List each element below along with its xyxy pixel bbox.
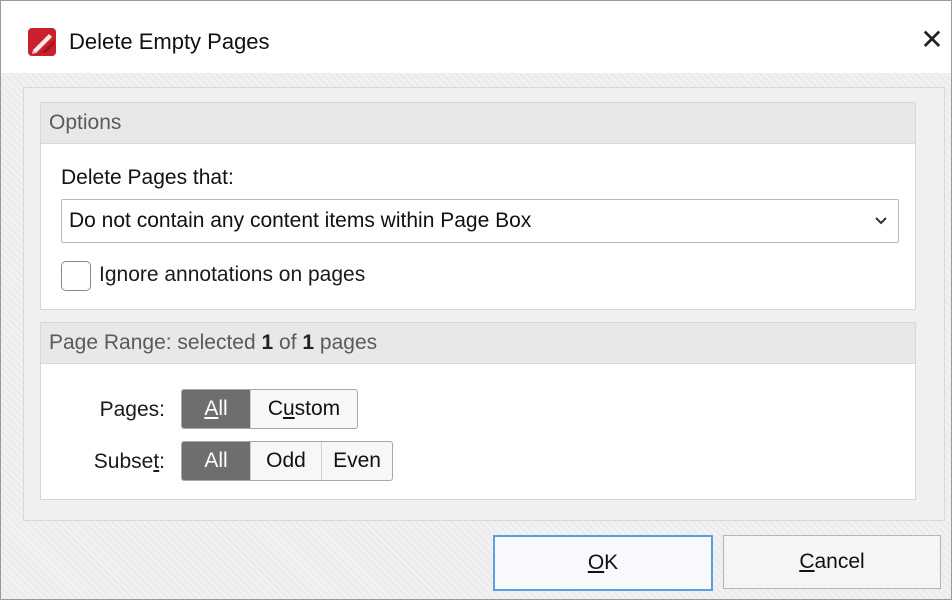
pages-all-button[interactable]: All (182, 390, 250, 428)
delete-pages-label: Delete Pages that: (61, 166, 234, 189)
subset-all-button[interactable]: All (182, 442, 250, 480)
delete-condition-select[interactable]: Do not contain any content items within … (61, 199, 899, 243)
pages-segmented-control: All Custom (181, 389, 358, 429)
window-title: Delete Empty Pages (69, 29, 270, 54)
ignore-annotations-checkbox[interactable] (61, 261, 91, 291)
chevron-down-icon (874, 200, 890, 257)
dialog-body: Options Delete Pages that: Do not contai… (1, 73, 951, 599)
cancel-button[interactable]: Cancel (723, 535, 941, 589)
page-range-header: Page Range: selected 1 of 1 pages (41, 323, 915, 364)
page-range-group: Page Range: selected 1 of 1 pages Pages:… (40, 322, 916, 500)
ignore-annotations-label: Ignore annotations on pages (99, 263, 366, 286)
options-header: Options (41, 103, 915, 144)
subset-even-button[interactable]: Even (321, 442, 392, 480)
subset-segmented-control: All Odd Even (181, 441, 393, 481)
close-icon[interactable]: ✕ (915, 23, 949, 57)
pdf-editor-app-icon (27, 27, 57, 57)
subset-label: Subset: (93, 450, 165, 473)
ok-button[interactable]: OK (493, 535, 713, 591)
subset-odd-button[interactable]: Odd (250, 442, 321, 480)
title-bar: Delete Empty Pages ✕ (1, 1, 951, 73)
pages-custom-button[interactable]: Custom (250, 390, 357, 428)
delete-empty-pages-dialog: Delete Empty Pages ✕ Options Delete Page… (0, 0, 952, 600)
delete-condition-value: Do not contain any content items within … (69, 209, 532, 232)
settings-panel: Options Delete Pages that: Do not contai… (23, 87, 945, 521)
pages-label: Pages: (99, 398, 165, 421)
options-group: Options Delete Pages that: Do not contai… (40, 102, 916, 310)
